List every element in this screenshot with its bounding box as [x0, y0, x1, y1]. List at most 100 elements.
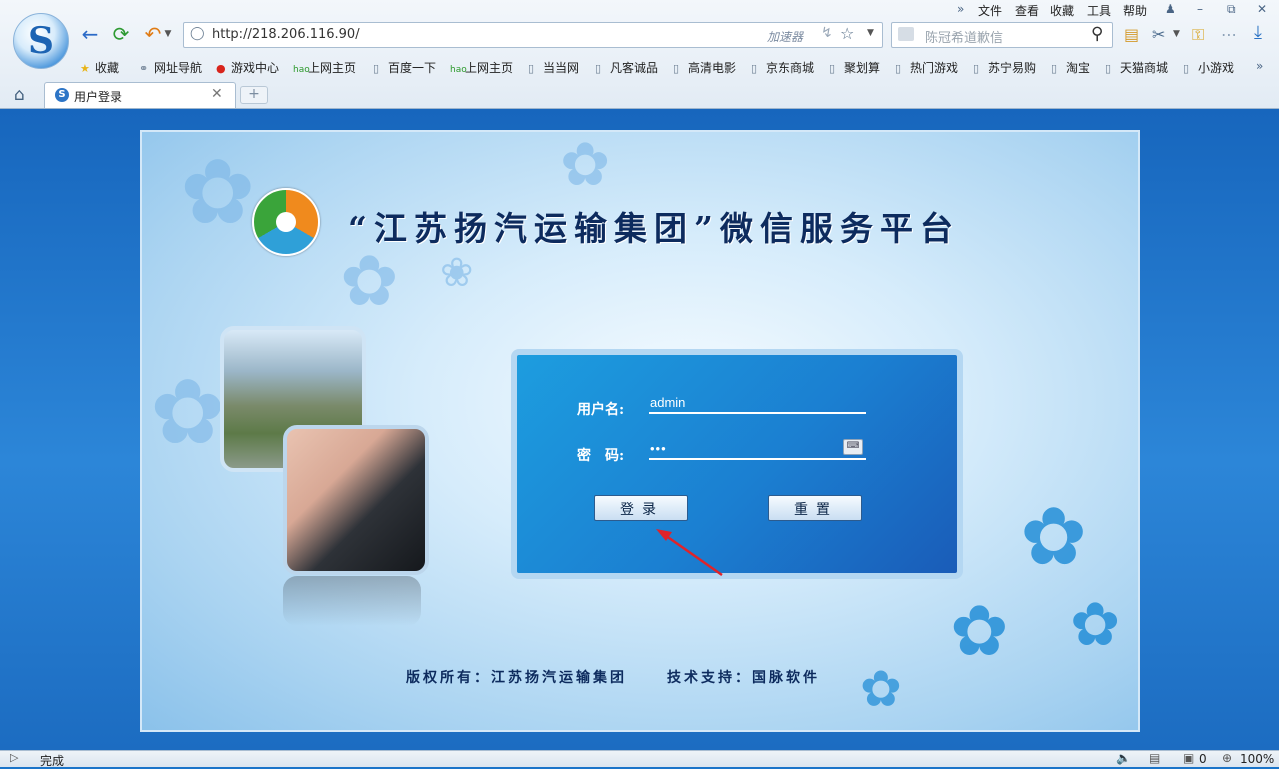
page-icon: ▯ [751, 62, 758, 75]
refresh-icon[interactable]: ⟳ [109, 22, 133, 46]
fav-label: 高清电影 [688, 61, 737, 75]
menu-favorites[interactable]: 收藏 [1050, 2, 1074, 19]
fav-item[interactable]: ▯ 小游戏 [1183, 59, 1234, 76]
fav-label: 上网主页 [465, 61, 514, 75]
star-icon: ★ [80, 62, 90, 75]
hao-icon: hao [450, 65, 467, 75]
zoom-icon[interactable]: ⊕ [1222, 751, 1232, 765]
address-dropdown-icon[interactable]: ▼ [867, 28, 874, 38]
fav-label: 苏宁易购 [988, 61, 1037, 75]
fav-item[interactable]: ▯ 凡客诚品 [595, 59, 658, 76]
home-icon[interactable]: ⌂ [14, 85, 25, 105]
undo-dropdown-icon[interactable]: ▼ [163, 22, 173, 46]
menu-view[interactable]: 查看 [1015, 2, 1039, 19]
fav-item[interactable]: ▯ 京东商城 [751, 59, 814, 76]
skin-icon[interactable]: ♟ [1165, 2, 1176, 16]
menu-help[interactable]: 帮助 [1123, 2, 1147, 19]
page-icon: ▯ [1183, 62, 1190, 75]
star-icon[interactable]: ☆ [840, 24, 854, 43]
red-arrow-annotation [656, 529, 723, 577]
status-text: 完成 [40, 754, 65, 768]
page-icon: ▯ [595, 62, 602, 75]
extension-icon[interactable]: ▤ [1124, 25, 1139, 44]
fav-item[interactable]: ▯ 高清电影 [673, 59, 736, 76]
fav-item[interactable]: ▯ 苏宁易购 [973, 59, 1036, 76]
url-text[interactable]: http://218.206.116.90/ [212, 27, 360, 42]
fav-label: 游戏中心 [231, 61, 280, 75]
tab-favicon-icon: S [55, 88, 69, 102]
fav-label: 百度一下 [388, 61, 437, 75]
fav-item[interactable]: ▯ 聚划算 [829, 59, 880, 76]
page-icon: ▯ [973, 62, 980, 75]
fav-label: 淘宝 [1066, 61, 1091, 75]
fav-label: 热门游戏 [910, 61, 959, 75]
fav-item[interactable]: ★ 收藏 [80, 59, 119, 76]
fav-item[interactable]: ▯ 当当网 [528, 59, 579, 76]
arrow-shaft [661, 531, 723, 577]
key-icon[interactable]: ⚿ [1192, 25, 1204, 45]
tab-close-icon[interactable]: ✕ [211, 86, 223, 102]
search-engine-icon[interactable] [898, 27, 914, 41]
download-manager-icon[interactable]: ▤ [1149, 751, 1160, 765]
fav-label: 凡客诚品 [610, 61, 659, 75]
search-box[interactable]: 陈冠希道歉信 ⚲ [891, 22, 1113, 48]
ad-block-count: 0 [1199, 752, 1207, 766]
fav-label: 上网主页 [308, 61, 357, 75]
sidebar-toggle-icon[interactable]: ▷ [10, 751, 18, 764]
footer-copyright: 版权所有：江苏扬汽运输集团 [406, 670, 627, 686]
scissors-dropdown-icon[interactable]: ▼ [1173, 29, 1180, 39]
more-icon[interactable]: ⋯ [1221, 25, 1237, 44]
fav-item[interactable]: ▯ 百度一下 [373, 59, 436, 76]
download-icon[interactable]: ⤓ [1254, 22, 1262, 43]
zoom-level[interactable]: 100% [1240, 752, 1274, 766]
fav-label: 当当网 [543, 61, 580, 75]
tab-bar: ⌂ S 用户登录 ✕ + [0, 82, 1279, 108]
fav-item[interactable]: hao上网主页 [293, 59, 356, 76]
shield-icon: ◯ [190, 26, 205, 41]
fav-label: 小游戏 [1198, 61, 1235, 75]
footer: 版权所有：江苏扬汽运输集团 技术支持：国脉软件 [406, 667, 860, 687]
minimize-icon[interactable]: – [1197, 2, 1203, 16]
lightning-icon[interactable]: ↯ [821, 25, 833, 41]
tab-title: 用户登录 [74, 90, 123, 104]
fav-item[interactable]: ▯ 热门游戏 [895, 59, 958, 76]
menu-overflow-icon[interactable]: » [957, 2, 964, 16]
tab-active[interactable]: S 用户登录 ✕ [44, 82, 236, 108]
fav-item[interactable]: ▯ 天猫商城 [1105, 59, 1168, 76]
accelerator-label[interactable]: 加速器 [767, 28, 803, 45]
game-icon: ● [216, 62, 226, 75]
page-icon: ▯ [528, 62, 535, 75]
fav-item[interactable]: ▯ 淘宝 [1051, 59, 1090, 76]
restore-icon[interactable]: ⧉ [1227, 2, 1236, 17]
undo-icon[interactable]: ↶ [141, 22, 165, 46]
fav-label: 天猫商城 [1120, 61, 1169, 75]
fav-label: 聚划算 [844, 61, 881, 75]
favorites-overflow-icon[interactable]: » [1256, 59, 1263, 73]
page-icon: ▯ [373, 62, 380, 75]
speaker-icon[interactable]: 🔈 [1116, 751, 1131, 765]
menu-file[interactable]: 文件 [978, 2, 1002, 19]
fav-item[interactable]: ● 游戏中心 [216, 59, 279, 76]
close-window-icon[interactable]: ✕ [1257, 2, 1267, 16]
search-icon[interactable]: ⚲ [1091, 24, 1103, 44]
menu-tools[interactable]: 工具 [1087, 2, 1111, 19]
page-content: ✿ ✿ ✿ ✿ ❀ ✿ ✿ ✿ ✿ “江苏扬汽运输集团”微信服务平台 用户名: … [0, 109, 1279, 750]
new-tab-button[interactable]: + [240, 86, 268, 104]
status-bar: ▷ 完成 🔈 ▤ ▣ 0 ⊕ 100% [0, 750, 1279, 768]
browser-chrome: S ← ⟳ ↶ ▼ ◯ http://218.206.116.90/ 加速器 ↯… [0, 0, 1279, 109]
fav-label: 网址导航 [154, 61, 203, 75]
favorites-bar: ★ 收藏 ⚭ 网址导航 ● 游戏中心 hao上网主页 ▯ 百度一下 hao上网主页 ▯ 当… [0, 56, 1279, 78]
fav-item[interactable]: ⚭ 网址导航 [139, 59, 202, 76]
fav-label: 京东商城 [766, 61, 815, 75]
search-placeholder[interactable]: 陈冠希道歉信 [925, 27, 1003, 46]
page-icon: ▯ [673, 62, 680, 75]
page-icon: ▯ [1105, 62, 1112, 75]
address-bar[interactable]: ◯ http://218.206.116.90/ 加速器 ↯ ☆ ▼ [183, 22, 883, 48]
fav-item[interactable]: hao上网主页 [450, 59, 513, 76]
scissors-icon[interactable]: ✂ [1152, 25, 1165, 44]
login-frame: ✿ ✿ ✿ ✿ ❀ ✿ ✿ ✿ ✿ “江苏扬汽运输集团”微信服务平台 用户名: … [140, 130, 1140, 732]
page-icon: ▯ [1051, 62, 1058, 75]
fav-label: 收藏 [95, 61, 120, 75]
ad-block-icon[interactable]: ▣ [1183, 751, 1194, 765]
back-arrow-icon[interactable]: ← [78, 22, 102, 46]
